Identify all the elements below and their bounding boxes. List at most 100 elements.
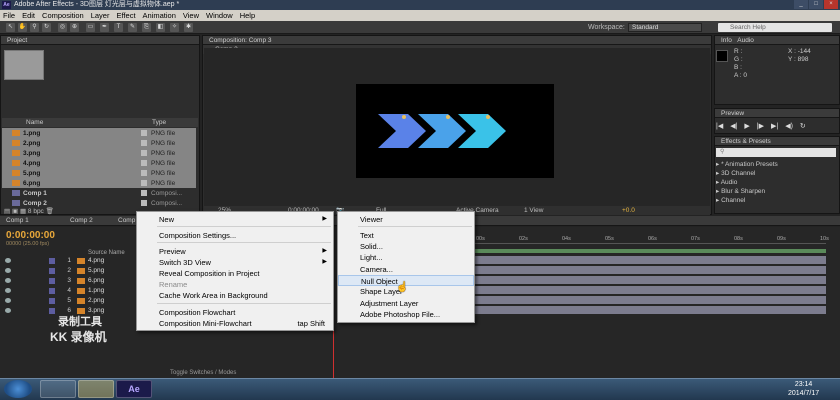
menu-effect[interactable]: Effect [116,11,135,20]
submenu-item[interactable]: Light... [338,252,474,263]
system-clock[interactable]: 23:14 2014/7/17 [788,380,819,398]
first-frame-icon[interactable]: |◀ [716,122,723,130]
label-color-swatch[interactable] [141,170,147,176]
search-help-input[interactable]: Search Help [718,23,832,32]
context-menu-item[interactable]: Reveal Composition in Project [137,268,333,279]
camera-tool-icon[interactable]: ◎ [58,23,67,32]
context-menu-item[interactable]: Preview ▶ [137,246,333,257]
interpret-icon[interactable]: ▤ [4,208,10,215]
visibility-eye-icon[interactable] [5,258,11,263]
preview-tab[interactable]: Preview [715,109,839,118]
puppet-tool-icon[interactable]: ✱ [184,23,193,32]
toggle-switches-modes[interactable]: Toggle Switches / Modes [170,370,236,376]
context-menu-item[interactable]: Composition Settings... [137,230,333,241]
next-frame-icon[interactable]: |▶ [757,122,764,130]
start-button-icon[interactable] [4,380,32,398]
fx-3d-channel[interactable]: ▸ 3D Channel [716,169,755,177]
timeline-timecode[interactable]: 0:00:00:00 [6,230,55,241]
menu-window[interactable]: Window [206,11,233,20]
effects-presets-tab[interactable]: Effects & Presets [715,137,839,146]
minimize-icon[interactable]: _ [794,0,808,9]
project-tab[interactable]: Project [1,36,199,45]
fx-blur-sharpen[interactable]: ▸ Blur & Sharpen [716,187,765,195]
menu-help[interactable]: Help [240,11,255,20]
audio-icon[interactable]: ◀) [785,122,793,130]
submenu-item[interactable]: Adjustment Layer [338,298,474,309]
context-menu-item[interactable]: Composition Mini-Flowchart tap Shift [137,318,333,329]
label-color-swatch[interactable] [141,130,147,136]
name-column[interactable]: Name [26,118,43,127]
fx-animation-presets[interactable]: ▸ * Animation Presets [716,160,778,168]
project-item[interactable]: 1.png PNG file [2,128,196,138]
folder-icon[interactable]: ▣ [12,208,18,215]
context-menu-item[interactable]: Switch 3D View ▶ [137,257,333,268]
menu-edit[interactable]: Edit [22,11,35,20]
project-item[interactable]: 5.png PNG file [2,168,196,178]
layer-duration-bar[interactable] [472,286,826,294]
tab-comp-2[interactable]: Comp 2 [70,217,93,224]
comp-frame[interactable] [356,84,554,178]
trash-icon[interactable]: 🗑 [46,208,54,215]
submenu-item[interactable]: Viewer [338,214,474,225]
last-frame-icon[interactable]: ▶| [771,122,778,130]
project-item[interactable]: 4.png PNG file [2,158,196,168]
hand-tool-icon[interactable]: ✋ [18,23,27,32]
play-icon[interactable]: ▶ [744,122,749,130]
project-item[interactable]: Comp 1 Composi... [2,188,196,198]
tab-comp-1[interactable]: Comp 1 [6,217,29,224]
explorer-taskbar-icon[interactable] [78,380,114,398]
exposure-value[interactable]: +0.0 [622,206,635,215]
fx-audio[interactable]: ▸ Audio [716,178,737,186]
roto-brush-tool-icon[interactable]: ✧ [170,23,179,32]
context-menu-item[interactable]: Cache Work Area in Background [137,290,333,301]
layer-duration-bar[interactable] [472,256,826,264]
project-item[interactable]: 6.png PNG file [2,178,196,188]
brush-tool-icon[interactable]: ✎ [128,23,137,32]
rectangle-tool-icon[interactable]: ▭ [86,23,95,32]
fx-channel[interactable]: ▸ Channel [716,196,745,204]
label-color-swatch[interactable] [141,200,147,206]
clone-tool-icon[interactable]: ⎘ [142,23,151,32]
bpc-label[interactable]: 8 bpc [28,208,44,215]
menu-layer[interactable]: Layer [91,11,110,20]
text-tool-icon[interactable]: T [114,23,123,32]
label-color-swatch[interactable] [141,190,147,196]
effects-search-input[interactable]: ⚲ [716,148,836,157]
audio-tab[interactable]: Audio [737,37,754,44]
visibility-eye-icon[interactable] [5,298,11,303]
maximize-icon[interactable]: □ [809,0,823,9]
eraser-tool-icon[interactable]: ◧ [156,23,165,32]
layer-duration-bar[interactable] [472,276,826,284]
label-color-swatch[interactable] [141,180,147,186]
rotate-tool-icon[interactable]: ↻ [42,23,51,32]
menu-animation[interactable]: Animation [143,11,176,20]
layer-duration-bar[interactable] [472,306,826,314]
layer-duration-bar[interactable] [472,266,826,274]
prev-frame-icon[interactable]: ◀| [730,122,737,130]
project-item[interactable]: 3.png PNG file [2,148,196,158]
selection-tool-icon[interactable]: ↖ [6,23,15,32]
layer-duration-bar[interactable] [472,296,826,304]
new-comp-icon[interactable]: ▦ [20,208,26,215]
visibility-eye-icon[interactable] [5,288,11,293]
menu-composition[interactable]: Composition [42,11,84,20]
visibility-eye-icon[interactable] [5,278,11,283]
context-menu-item[interactable]: Composition Flowchart [137,307,333,318]
workspace-dropdown[interactable]: Standard [628,23,702,32]
label-color-swatch[interactable] [141,150,147,156]
visibility-eye-icon[interactable] [5,268,11,273]
zoom-tool-icon[interactable]: ⚲ [30,23,39,32]
project-item[interactable]: 2.png PNG file [2,138,196,148]
label-color-swatch[interactable] [141,160,147,166]
submenu-item[interactable]: Adobe Photoshop File... [338,309,474,320]
menu-view[interactable]: View [183,11,199,20]
submenu-item[interactable]: Text [338,230,474,241]
menu-file[interactable]: File [3,11,15,20]
label-color-swatch[interactable] [141,140,147,146]
after-effects-taskbar-icon[interactable]: Ae [116,380,152,398]
pan-behind-tool-icon[interactable]: ⊕ [70,23,79,32]
ie-taskbar-icon[interactable] [40,380,76,398]
submenu-item[interactable]: Camera... [338,264,474,275]
composition-tab[interactable]: Composition: Comp 3 [203,36,711,45]
submenu-item[interactable]: Solid... [338,241,474,252]
